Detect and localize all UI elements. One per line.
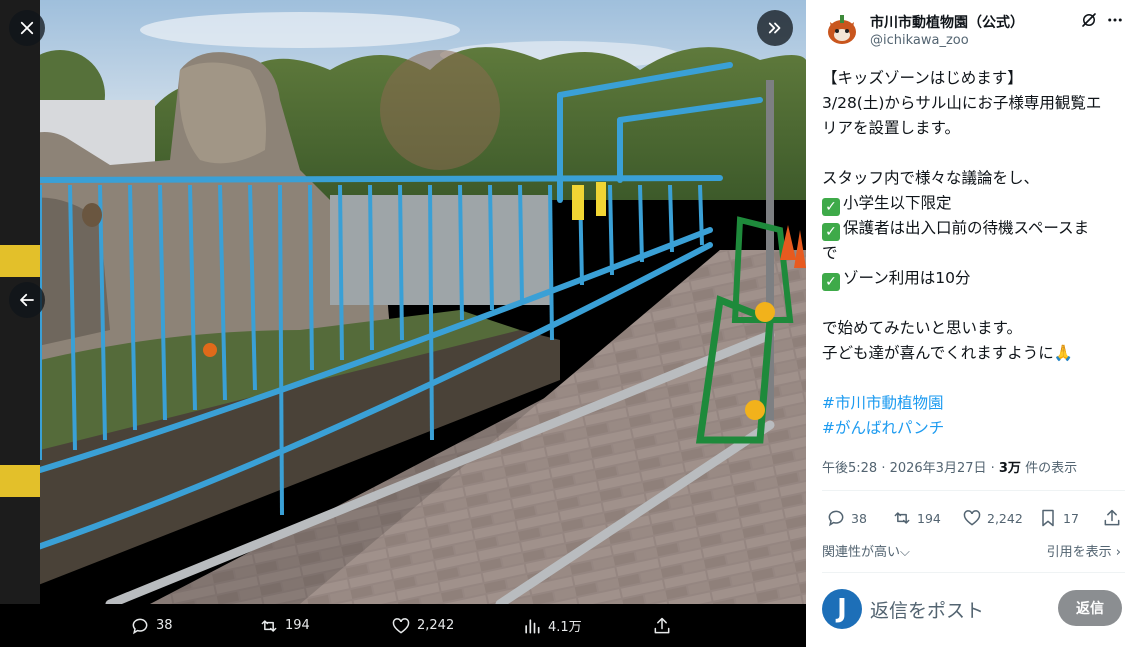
tweet-text-line xyxy=(822,291,1132,316)
tweet-text-content: で xyxy=(822,244,838,262)
tweet-text-content: 小学生以下限定 xyxy=(843,194,952,212)
media-share-button[interactable] xyxy=(652,604,672,647)
tweet-text-content: ゾーン利用は10分 xyxy=(843,269,971,287)
tweet-text-line xyxy=(822,141,1132,166)
media-like-count: 2,242 xyxy=(417,618,455,633)
double-chevron-right-icon xyxy=(768,22,781,34)
hashtag-link[interactable]: #市川市動植物園 xyxy=(822,391,1132,416)
tweet-text-content: 子ども達が喜んでくれますように🙏 xyxy=(822,344,1074,362)
tweet-text-content: リアを設置します。 xyxy=(822,119,960,137)
previous-button[interactable] xyxy=(9,282,45,318)
tweet-text-content: #市川市動植物園 xyxy=(822,394,944,412)
tweet-text-line: 子ども達が喜んでくれますように🙏 xyxy=(822,341,1132,366)
tweet-text-line: 【キッズゾーンはじめます】 xyxy=(822,66,1132,91)
reply-icon xyxy=(132,618,148,634)
bookmark-icon xyxy=(1042,509,1054,527)
tweet-text-content: で始めてみたいと思います。 xyxy=(822,319,1022,337)
share-icon xyxy=(1104,509,1120,526)
bookmark-button[interactable]: 17 xyxy=(1038,505,1079,531)
tweet-text-content: 保護者は出入口前の待機スペースま xyxy=(843,219,1090,237)
reply-count: 38 xyxy=(851,510,867,526)
tweet-text-content: 3/28(土)からサル山にお子様専用観覧エ xyxy=(822,94,1102,112)
media-like-button[interactable]: 2,242 xyxy=(391,604,454,647)
reply-sort-dropdown[interactable]: 関連性が高い⌵ xyxy=(822,541,910,560)
tweet-meta: 午後5:28 · 2026年3月27日 · 3万 件の表示 xyxy=(822,457,1077,476)
tweet-view-count: 3万 xyxy=(998,461,1021,476)
tweet-text-content: スタッフ内で様々な議論をし、 xyxy=(822,169,1040,187)
tweet-panel: 市川市動植物園（公式） @ichikawa_zoo 【キッズゾーンはじめます】 3… xyxy=(806,0,1139,647)
media-reply-button[interactable]: 38 xyxy=(130,604,173,647)
user-avatar[interactable]: J xyxy=(822,589,862,629)
divider xyxy=(822,490,1125,491)
reply-button[interactable]: 38 xyxy=(826,505,867,531)
media-reply-count: 38 xyxy=(156,618,173,633)
tweet-text-content: 【キッズゾーンはじめます】 xyxy=(822,69,1023,87)
heart-icon xyxy=(963,510,981,526)
bar-chart-icon xyxy=(525,618,540,633)
grok-icon[interactable] xyxy=(1080,11,1098,29)
tweet-text-line: リアを設置します。 xyxy=(822,116,1132,141)
tweet-text-line: ✓ 小学生以下限定 xyxy=(822,191,1132,216)
repost-icon xyxy=(894,512,910,524)
like-count: 2,242 xyxy=(987,510,1023,526)
tweet-text-line: で xyxy=(822,241,1132,266)
hashtag-link[interactable]: #がんばれパンチ xyxy=(822,416,1132,441)
media-viewer: 38 194 2,242 4.1万 xyxy=(0,0,806,647)
close-icon xyxy=(20,21,34,35)
media-action-bar: 38 194 2,242 4.1万 xyxy=(0,604,806,647)
expand-button[interactable] xyxy=(757,10,793,46)
view-quotes-link[interactable]: 引用を表示 › xyxy=(1047,541,1121,560)
check-mark-icon: ✓ xyxy=(822,223,840,241)
tweet-text-line: 3/28(土)からサル山にお子様専用観覧エ xyxy=(822,91,1132,116)
tweet-view-suffix: 件の表示 xyxy=(1020,461,1078,476)
author-avatar[interactable] xyxy=(822,10,862,50)
heart-icon xyxy=(392,617,410,634)
chevron-down-icon: ⌵ xyxy=(900,545,910,560)
divider xyxy=(822,572,1125,573)
media-views-button[interactable]: 4.1万 xyxy=(522,604,582,647)
repost-button[interactable]: 194 xyxy=(892,505,941,531)
view-quotes-label: 引用を表示 xyxy=(1046,545,1112,560)
close-button[interactable] xyxy=(9,10,45,46)
share-icon xyxy=(654,617,670,633)
reply-input[interactable]: 返信をポスト xyxy=(870,596,984,623)
share-button[interactable] xyxy=(1102,505,1122,531)
tweet-text-line: ✓ ゾーン利用は10分 xyxy=(822,266,1132,291)
like-button[interactable]: 2,242 xyxy=(962,505,1023,531)
tweet-text-line: スタッフ内で様々な議論をし、 xyxy=(822,166,1132,191)
tweet-body: 【キッズゾーンはじめます】 3/28(土)からサル山にお子様専用観覧エ リアを設置し… xyxy=(822,66,1132,441)
arrow-left-icon xyxy=(20,293,34,307)
bookmark-count: 17 xyxy=(1063,510,1079,526)
reply-icon xyxy=(828,510,844,527)
tweet-action-bar: 38 194 2,242 17 xyxy=(822,505,1125,531)
tweet-timestamp[interactable]: 午後5:28 · 2026年3月27日 · xyxy=(822,461,999,476)
media-view-count: 4.1万 xyxy=(548,620,582,635)
red-panda-logo xyxy=(822,10,862,50)
author-handle[interactable]: @ichikawa_zoo xyxy=(870,33,969,48)
tweet-text-line: ✓ 保護者は出入口前の待機スペースま xyxy=(822,216,1132,241)
reply-submit-button[interactable]: 返信 xyxy=(1058,590,1122,626)
reply-sort-label: 関連性が高い xyxy=(822,545,901,560)
repost-count: 194 xyxy=(917,510,941,526)
repost-icon xyxy=(261,619,277,632)
zoo-photo xyxy=(0,0,806,604)
media-repost-button[interactable]: 194 xyxy=(259,604,310,647)
tweet-text-content: #がんばれパンチ xyxy=(822,419,945,437)
author-name[interactable]: 市川市動植物園（公式） xyxy=(870,12,1024,32)
tweet-text-line: で始めてみたいと思います。 xyxy=(822,316,1132,341)
check-mark-icon: ✓ xyxy=(822,198,840,216)
media-repost-count: 194 xyxy=(285,618,310,633)
tweet-text-line xyxy=(822,366,1132,391)
check-mark-icon: ✓ xyxy=(822,273,840,291)
more-options-icon[interactable] xyxy=(1105,11,1125,29)
chevron-right-icon: › xyxy=(1115,545,1121,560)
